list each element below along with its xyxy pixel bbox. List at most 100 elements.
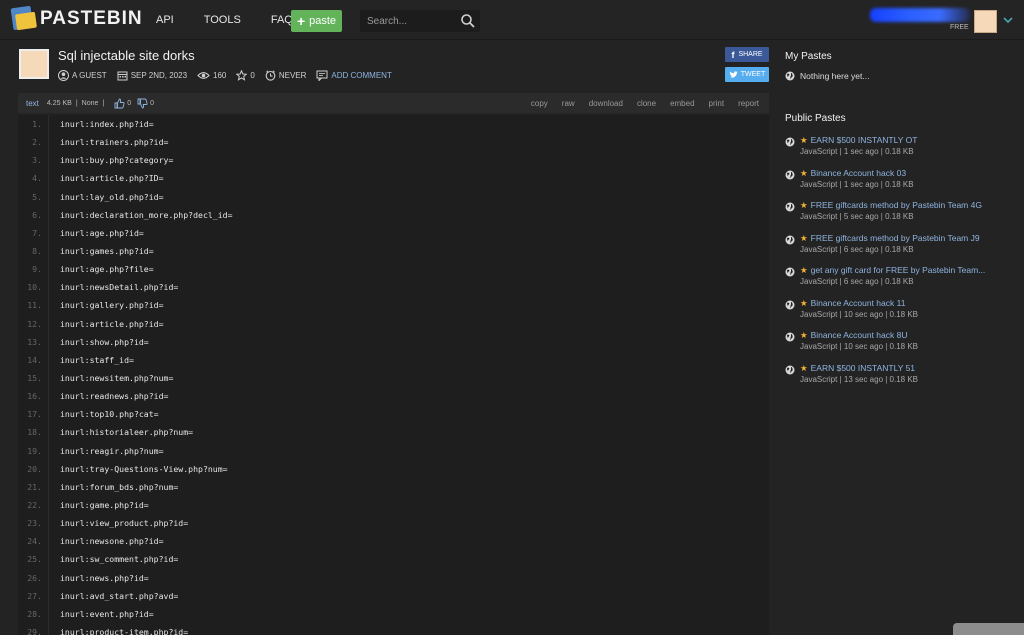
raw-button[interactable]: raw bbox=[562, 99, 575, 108]
public-paste-meta: JavaScript | 10 sec ago | 0.18 KB bbox=[800, 342, 918, 351]
copy-button[interactable]: copy bbox=[531, 99, 548, 108]
globe-icon bbox=[785, 202, 795, 212]
line-number: 2. bbox=[32, 137, 42, 148]
thumbs-up-icon bbox=[114, 98, 125, 108]
syntax-link[interactable]: text bbox=[26, 99, 39, 108]
line-content: inurl:article.php?id= bbox=[48, 314, 164, 333]
public-paste-title[interactable]: ★ Binance Account hack 03 bbox=[800, 168, 906, 179]
line-number: 26. bbox=[27, 572, 42, 583]
expires-text: NEVER bbox=[278, 70, 307, 80]
my-pastes-empty-text: Nothing here yet... bbox=[800, 71, 870, 81]
clone-button[interactable]: clone bbox=[637, 99, 656, 108]
code-line: 7. inurl:age.php?id= bbox=[18, 223, 769, 242]
public-paste-item[interactable]: ★ get any gift card for FREE by Pastebin … bbox=[785, 265, 1015, 298]
like-button[interactable]: 0 bbox=[114, 98, 131, 109]
star-icon: ★ bbox=[800, 297, 808, 308]
public-paste-item[interactable]: ★ Binance Account hack 03 JavaScript | 1 s… bbox=[785, 168, 1015, 201]
twitter-icon bbox=[729, 70, 738, 78]
username-redacted[interactable] bbox=[870, 8, 970, 22]
print-button[interactable]: print bbox=[709, 99, 725, 108]
public-paste-item[interactable]: ★ Binance Account hack 8U JavaScript | 10 … bbox=[785, 330, 1015, 363]
public-paste-item[interactable]: ★ Binance Account hack 11 JavaScript | 10 … bbox=[785, 298, 1015, 331]
date-text: SEP 2ND, 2023 bbox=[130, 70, 188, 80]
author: A GUEST bbox=[58, 69, 107, 81]
facebook-share-button[interactable]: f SHARE bbox=[725, 47, 769, 62]
globe-icon bbox=[785, 300, 795, 309]
public-paste-title[interactable]: ★ EARN $500 INSTANTLY OT bbox=[800, 135, 917, 146]
download-button[interactable]: download bbox=[589, 99, 623, 108]
code-line: 3. inurl:buy.php?category= bbox=[18, 151, 769, 170]
code-line: 10. inurl:newsDetail.php?id= bbox=[18, 278, 769, 297]
line-number: 17. bbox=[27, 409, 42, 420]
user-avatar[interactable] bbox=[974, 10, 997, 33]
share-label: SHARE bbox=[738, 51, 763, 58]
line-number: 24. bbox=[27, 536, 42, 547]
add-comment-label: ADD COMMENT bbox=[331, 70, 392, 80]
star-count[interactable]: 0 bbox=[236, 69, 255, 81]
public-paste-title[interactable]: ★ Binance Account hack 11 bbox=[800, 298, 905, 309]
line-content: inurl:show.php?id= bbox=[48, 332, 149, 351]
code-line: 26. inurl:news.php?id= bbox=[18, 568, 769, 587]
line-number: 27. bbox=[27, 590, 42, 601]
nav-tools[interactable]: TOOLS bbox=[204, 14, 241, 26]
public-paste-title[interactable]: ★ get any gift card for FREE by Pastebin … bbox=[800, 265, 985, 276]
nav-faq[interactable]: FAQ bbox=[271, 14, 293, 26]
nav-api[interactable]: API bbox=[156, 14, 174, 26]
line-content: inurl:newsitem.php?num= bbox=[48, 368, 173, 388]
code-line: 21. inurl:forum_bds.php?num= bbox=[18, 477, 769, 496]
my-pastes-empty: Nothing here yet... bbox=[785, 71, 869, 81]
public-paste-item[interactable]: ★ FREE giftcards method by Pastebin Team … bbox=[785, 200, 1015, 233]
public-pastes-list: ★ EARN $500 INSTANTLY OT JavaScript | 1 se… bbox=[785, 135, 1015, 395]
line-content: inurl:product-item.php?id= bbox=[48, 622, 188, 635]
tweet-button[interactable]: TWEET bbox=[725, 67, 769, 82]
public-paste-title[interactable]: ★ FREE giftcards method by Pastebin Team … bbox=[800, 233, 980, 244]
line-content: inurl:newsone.php?id= bbox=[48, 532, 164, 551]
public-paste-item[interactable]: ★ FREE giftcards method by Pastebin Team … bbox=[785, 233, 1015, 266]
code-line: 17. inurl:top10.php?cat= bbox=[18, 405, 769, 424]
report-button[interactable]: report bbox=[738, 99, 759, 108]
search-icon[interactable] bbox=[460, 13, 476, 29]
new-paste-label: paste bbox=[309, 15, 337, 27]
line-content: inurl:game.php?id= bbox=[48, 495, 149, 515]
star-icon: ★ bbox=[800, 330, 808, 340]
code-line: 12. inurl:article.php?id= bbox=[18, 314, 769, 333]
code-toolbar: text 4.25 KB | None | 0 0 copy raw downl… bbox=[18, 93, 769, 113]
line-number: 29. bbox=[27, 627, 42, 635]
embed-button[interactable]: embed bbox=[670, 99, 694, 108]
line-content: inurl:historialeer.php?num= bbox=[48, 423, 193, 442]
line-number: 18. bbox=[27, 427, 42, 438]
clock-icon bbox=[265, 69, 276, 81]
search-input[interactable] bbox=[360, 10, 460, 32]
dislike-button[interactable]: 0 bbox=[137, 98, 154, 109]
new-paste-button[interactable]: + paste bbox=[291, 10, 342, 32]
public-paste-title[interactable]: ★ EARN $500 INSTANTLY 51 bbox=[800, 363, 915, 374]
chevron-down-icon[interactable] bbox=[1002, 15, 1014, 25]
paste-date: SEP 2ND, 2023 bbox=[117, 70, 187, 81]
line-content: inurl:age.php?id= bbox=[48, 223, 144, 242]
public-paste-title[interactable]: ★ Binance Account hack 8U bbox=[800, 330, 908, 341]
code-viewer[interactable]: 1. inurl:index.php?id= 2. inurl:trainers.ph… bbox=[18, 115, 769, 635]
public-pastes-heading: Public Pastes bbox=[785, 113, 846, 124]
public-paste-title-text: Binance Account hack 03 bbox=[810, 167, 907, 178]
star-icon: ★ bbox=[800, 232, 808, 243]
add-comment-link[interactable]: ADD COMMENT bbox=[316, 70, 392, 81]
paste-meta: A GUEST SEP 2ND, 2023 160 0 NEVER ADD CO… bbox=[58, 68, 402, 82]
logo-icon bbox=[10, 5, 38, 33]
line-content: inurl:games.php?id= bbox=[48, 241, 154, 261]
logo[interactable]: PASTEBIN bbox=[10, 5, 143, 33]
account-type-label: FREE bbox=[950, 24, 969, 31]
public-paste-title[interactable]: ★ FREE giftcards method by Pastebin Team … bbox=[800, 200, 982, 211]
scroll-indicator bbox=[953, 623, 1024, 635]
code-line: 14. inurl:staff_id= bbox=[18, 350, 769, 369]
globe-icon bbox=[785, 71, 795, 81]
public-paste-item[interactable]: ★ EARN $500 INSTANTLY OT JavaScript | 1 se… bbox=[785, 135, 1015, 168]
public-paste-title-text: get any gift card for FREE by Pastebin T… bbox=[810, 265, 986, 275]
public-paste-title-text: FREE giftcards method by Pastebin Team 4… bbox=[810, 200, 982, 210]
line-number: 28. bbox=[27, 608, 42, 619]
public-paste-title-text: Binance Account hack 11 bbox=[810, 297, 906, 308]
line-content: inurl:staff_id= bbox=[48, 350, 134, 369]
code-line: 16. inurl:readnews.php?id= bbox=[18, 387, 769, 406]
line-number: 8. bbox=[32, 246, 42, 257]
line-content: inurl:lay_old.php?id= bbox=[48, 187, 164, 206]
public-paste-item[interactable]: ★ EARN $500 INSTANTLY 51 JavaScript | 13 s… bbox=[785, 363, 1015, 396]
